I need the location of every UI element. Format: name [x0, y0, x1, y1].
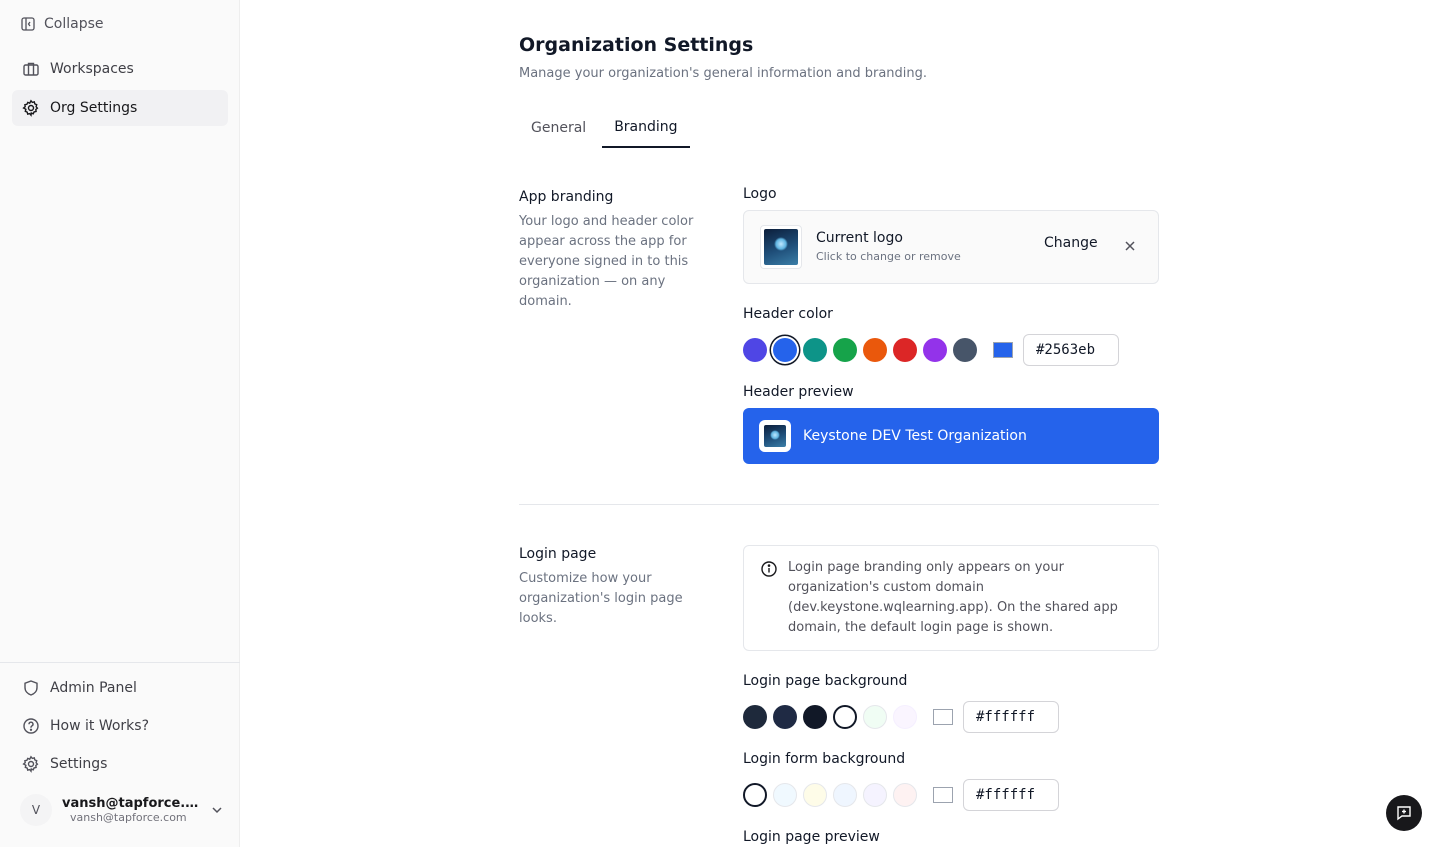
header-preview: Keystone DEV Test Organization [743, 408, 1159, 464]
color-swatch[interactable] [923, 338, 947, 362]
tab-general[interactable]: General [519, 108, 598, 148]
header-color-hex-input[interactable] [1023, 334, 1119, 366]
color-swatch[interactable] [863, 338, 887, 362]
sidebar-item-org-settings[interactable]: Org Settings [12, 90, 228, 126]
logo-label: Logo [743, 186, 777, 202]
login-page-title: Login page [519, 546, 597, 562]
page-subtitle: Manage your organization's general infor… [519, 66, 928, 81]
sidebar-item-label: How it Works? [50, 718, 149, 734]
gear-icon [22, 99, 40, 117]
color-picker-preview[interactable] [993, 342, 1013, 358]
color-swatch[interactable] [803, 338, 827, 362]
sidebar-item-how-it-works[interactable]: How it Works? [12, 708, 228, 744]
login-form-background-hex-input[interactable] [963, 779, 1059, 811]
color-swatch[interactable] [773, 783, 797, 807]
login-info-box: Login page branding only appears on your… [743, 545, 1159, 651]
color-picker-preview[interactable] [933, 787, 953, 803]
shield-icon [22, 679, 40, 697]
login-background-hex-input[interactable] [963, 701, 1059, 733]
login-page-description: Customize how your organization's login … [519, 571, 683, 626]
sidebar-divider [0, 662, 240, 663]
sidebar-collapse-icon [20, 16, 36, 32]
color-swatch[interactable] [743, 705, 767, 729]
logo-hint: Click to change or remove [816, 250, 961, 263]
logo-title: Current logo [816, 230, 903, 246]
sidebar-item-settings[interactable]: Settings [12, 746, 228, 782]
logo-card[interactable]: Current logo Click to change or remove C… [743, 210, 1159, 284]
header-preview-logo [759, 420, 791, 452]
collapse-label: Collapse [44, 16, 104, 32]
briefcase-icon [22, 60, 40, 78]
user-email: vansh@tapforce.com [70, 811, 187, 824]
header-color-label: Header color [743, 306, 833, 322]
close-icon[interactable] [1122, 238, 1138, 254]
message-plus-icon [1395, 804, 1413, 822]
color-picker-preview[interactable] [933, 709, 953, 725]
user-name: vansh@tapforce.c... [62, 796, 202, 811]
feedback-button[interactable] [1386, 795, 1422, 831]
color-swatch[interactable] [833, 783, 857, 807]
question-circle-icon [22, 717, 40, 735]
collapse-button[interactable]: Collapse [12, 6, 228, 42]
header-preview-org-name: Keystone DEV Test Organization [803, 428, 1027, 444]
color-swatch[interactable] [773, 705, 797, 729]
color-swatch[interactable] [743, 338, 767, 362]
section-divider [519, 504, 1159, 505]
page-title: Organization Settings [519, 34, 754, 56]
info-icon [760, 560, 778, 578]
color-swatch[interactable] [893, 783, 917, 807]
login-background-swatches [743, 701, 1059, 733]
color-swatch-selected[interactable] [743, 783, 767, 807]
logo-thumbnail [760, 225, 802, 269]
sidebar-item-label: Workspaces [50, 61, 134, 77]
avatar: V [20, 794, 52, 826]
color-swatch[interactable] [803, 783, 827, 807]
app-branding-title: App branding [519, 189, 614, 205]
color-swatch[interactable] [953, 338, 977, 362]
login-preview-label: Login page preview [743, 829, 880, 845]
color-swatch[interactable] [893, 705, 917, 729]
color-swatch[interactable] [803, 705, 827, 729]
gear-icon [22, 755, 40, 773]
user-info: vansh@tapforce.c... vansh@tapforce.com [62, 796, 209, 824]
login-form-background-swatches [743, 779, 1059, 811]
header-preview-label: Header preview [743, 384, 854, 400]
color-swatch-selected[interactable] [773, 338, 797, 362]
sidebar-item-label: Settings [50, 756, 108, 772]
tab-branding[interactable]: Branding [602, 108, 690, 148]
app-branding-description: Your logo and header color appear across… [519, 214, 694, 309]
header-color-swatches [743, 334, 1119, 366]
color-swatch[interactable] [833, 338, 857, 362]
sidebar-item-admin-panel[interactable]: Admin Panel [12, 670, 228, 706]
color-swatch[interactable] [863, 705, 887, 729]
settings-tabs: General Branding [519, 108, 690, 148]
sidebar: Collapse Workspaces Org Settings Admin P… [0, 0, 240, 847]
login-background-label: Login page background [743, 673, 908, 689]
sidebar-item-label: Org Settings [50, 100, 138, 116]
change-logo-button[interactable]: Change [1044, 235, 1098, 251]
color-swatch[interactable] [863, 783, 887, 807]
login-info-text: Login page branding only appears on your… [788, 560, 1118, 635]
sidebar-item-label: Admin Panel [50, 680, 137, 696]
chevron-down-icon [209, 802, 225, 818]
color-swatch-selected[interactable] [833, 705, 857, 729]
color-swatch[interactable] [893, 338, 917, 362]
user-menu[interactable]: V vansh@tapforce.c... vansh@tapforce.com [20, 790, 225, 830]
login-form-background-label: Login form background [743, 751, 906, 767]
sidebar-item-workspaces[interactable]: Workspaces [12, 51, 228, 87]
